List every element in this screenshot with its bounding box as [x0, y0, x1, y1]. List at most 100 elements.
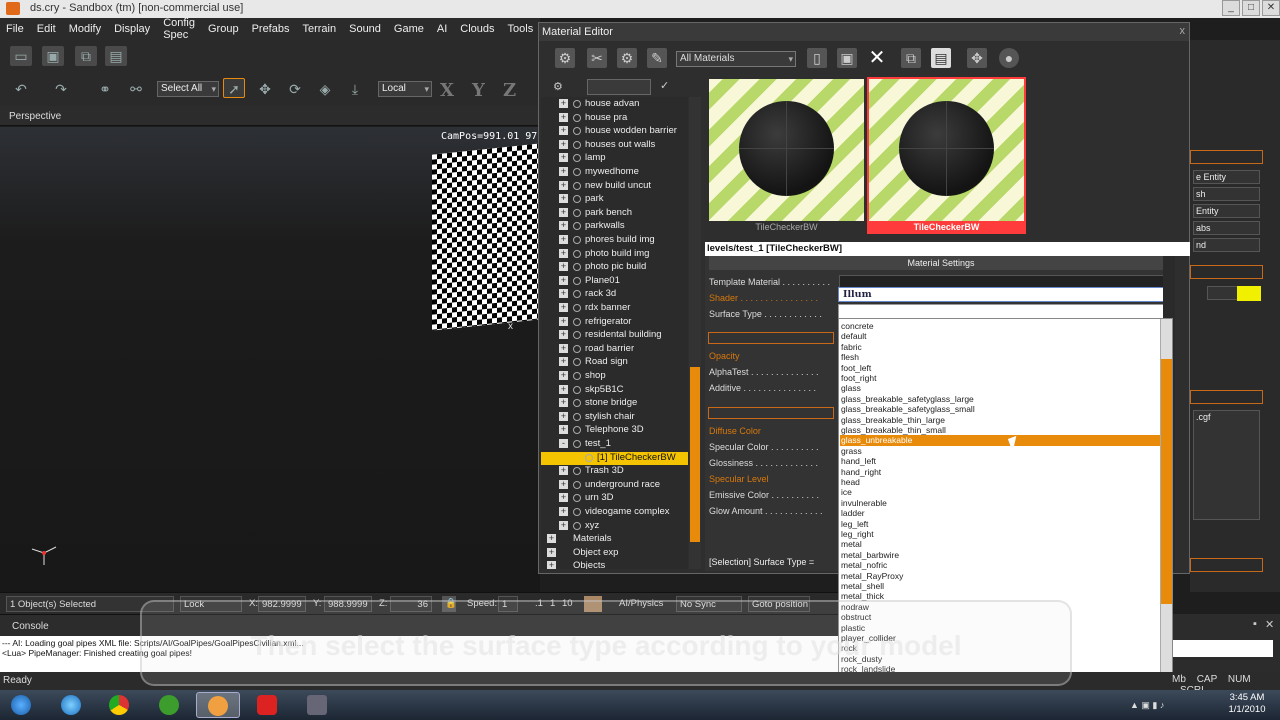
shader-field[interactable]: Illum: [838, 287, 1174, 302]
expand-icon[interactable]: +: [559, 357, 568, 367]
expand-icon[interactable]: +: [559, 384, 568, 394]
get-from-selection-icon[interactable]: ⚙: [555, 48, 575, 68]
tree-item[interactable]: + house advan: [541, 98, 688, 112]
expand-icon[interactable]: +: [547, 547, 556, 557]
menu-item[interactable]: Clouds: [460, 23, 494, 35]
tree-scrollbar[interactable]: [689, 97, 701, 569]
material-editor-close-button[interactable]: x: [1180, 25, 1186, 37]
tree-item[interactable]: + Object exp: [541, 547, 688, 561]
expand-icon[interactable]: +: [547, 561, 556, 569]
tree-item[interactable]: - test_1: [541, 438, 688, 452]
expand-icon[interactable]: +: [559, 425, 568, 435]
expand-icon[interactable]: +: [559, 330, 568, 340]
surface-type-option[interactable]: glass_breakable_safetyglass_large: [840, 394, 1160, 404]
surface-type-option[interactable]: foot_right: [840, 373, 1160, 383]
checker-cube[interactable]: [432, 143, 540, 331]
tree-item[interactable]: + rdx banner: [541, 302, 688, 316]
expand-icon[interactable]: +: [559, 289, 568, 299]
preview-options-icon[interactable]: ✥: [967, 48, 987, 68]
menu-item[interactable]: Config Spec: [163, 17, 195, 41]
surface-type-option[interactable]: leg_left: [840, 519, 1160, 529]
expand-icon[interactable]: +: [559, 316, 568, 326]
surface-type-option[interactable]: ice: [840, 487, 1160, 497]
expand-icon[interactable]: +: [559, 99, 568, 108]
menu-item[interactable]: Terrain: [302, 23, 336, 35]
surface-type-option[interactable]: metal_nofric: [840, 560, 1160, 570]
expand-icon[interactable]: +: [559, 520, 568, 530]
surface-type-option[interactable]: flesh: [840, 352, 1160, 362]
coordinate-system-dropdown[interactable]: Local: [378, 81, 432, 97]
close-console-icon[interactable]: ✕: [1265, 618, 1274, 631]
unlink-icon[interactable]: ⚯: [125, 79, 147, 99]
expand-icon[interactable]: +: [559, 411, 568, 421]
surface-type-option[interactable]: fabric: [840, 342, 1160, 352]
surface-type-option[interactable]: invulnerable: [840, 498, 1160, 508]
select-arrow-icon[interactable]: ➚: [223, 78, 245, 98]
expand-icon[interactable]: +: [559, 235, 568, 244]
tree-item[interactable]: + Objects: [541, 560, 688, 569]
expand-icon[interactable]: +: [559, 126, 568, 136]
expand-icon[interactable]: +: [559, 180, 568, 190]
paste-material-icon[interactable]: ▤: [931, 48, 951, 68]
surface-type-option[interactable]: concrete: [840, 321, 1160, 331]
tree-item[interactable]: + Telephone 3D: [541, 424, 688, 438]
menu-item[interactable]: Display: [114, 23, 150, 35]
expand-icon[interactable]: +: [559, 493, 568, 503]
minimize-button[interactable]: _: [1222, 0, 1240, 16]
perspective-viewport[interactable]: CamPos=991.01 97 x: [0, 127, 540, 592]
panel-item-sound[interactable]: nd: [1193, 238, 1260, 252]
delete-material-icon[interactable]: ✕: [867, 48, 887, 68]
tree-item[interactable]: + Plane01: [541, 275, 688, 289]
expand-icon[interactable]: +: [559, 248, 568, 258]
viewport-title[interactable]: Perspective: [9, 111, 61, 122]
expand-icon[interactable]: +: [559, 479, 568, 489]
menu-item[interactable]: Modify: [69, 23, 101, 35]
tree-item[interactable]: + Road sign: [541, 356, 688, 370]
redo-icon[interactable]: ↷: [50, 79, 72, 99]
start-button[interactable]: [0, 692, 44, 718]
tree-item[interactable]: + skp5B1C: [541, 384, 688, 398]
surface-type-option[interactable]: glass_breakable_thin_small: [840, 425, 1160, 435]
tree-item[interactable]: + shop: [541, 370, 688, 384]
expand-icon[interactable]: +: [559, 139, 568, 149]
settings-icon[interactable]: ⚙: [553, 80, 563, 93]
tree-item[interactable]: + houses out walls: [541, 139, 688, 153]
recorder-icon[interactable]: [246, 692, 290, 718]
tree-item[interactable]: + new build uncut: [541, 180, 688, 194]
expand-icon[interactable]: +: [559, 398, 568, 408]
menu-item[interactable]: Game: [394, 23, 424, 35]
surface-type-option[interactable]: hand_right: [840, 467, 1160, 477]
tree-item[interactable]: + underground race: [541, 479, 688, 493]
internet-explorer-icon[interactable]: [50, 692, 94, 718]
tree-item[interactable]: + photo build img: [541, 248, 688, 262]
material-settings-header[interactable]: Material Settings: [709, 256, 1173, 270]
axis-y-toggle[interactable]: Y: [472, 80, 485, 101]
link-icon[interactable]: ⚭: [94, 79, 116, 99]
tree-item[interactable]: + residental building: [541, 329, 688, 343]
save-material-icon[interactable]: ▣: [837, 48, 857, 68]
tree-item[interactable]: + house pra: [541, 112, 688, 126]
panel-item-brush[interactable]: sh: [1193, 187, 1260, 201]
scale-icon[interactable]: ◈: [314, 79, 336, 99]
select-all-dropdown[interactable]: Select All: [157, 81, 219, 97]
snap-icon[interactable]: ⤓: [344, 79, 366, 99]
tree-item[interactable]: + stylish chair: [541, 411, 688, 425]
expand-icon[interactable]: +: [559, 343, 568, 353]
pick-material-icon[interactable]: ✎: [647, 48, 667, 68]
expand-icon[interactable]: +: [559, 275, 568, 285]
save-icon[interactable]: ▣: [42, 46, 64, 66]
tree-search-input[interactable]: [587, 79, 651, 95]
expand-icon[interactable]: +: [547, 534, 556, 544]
expand-icon[interactable]: +: [559, 221, 568, 231]
expand-icon[interactable]: +: [559, 207, 568, 217]
utorrent-icon[interactable]: [148, 692, 192, 718]
tree-item[interactable]: + Materials: [541, 533, 688, 547]
surface-type-option[interactable]: glass_breakable_thin_large: [840, 415, 1160, 425]
assign-to-selection-icon[interactable]: ✂: [587, 48, 607, 68]
menu-item[interactable]: Group: [208, 23, 239, 35]
tree-item[interactable]: + park: [541, 193, 688, 207]
tree-item[interactable]: [1] TileCheckerBW: [541, 451, 688, 466]
tool-icon[interactable]: [296, 692, 340, 718]
tree-item[interactable]: + stone bridge: [541, 397, 688, 411]
surface-type-option[interactable]: leg_right: [840, 529, 1160, 539]
